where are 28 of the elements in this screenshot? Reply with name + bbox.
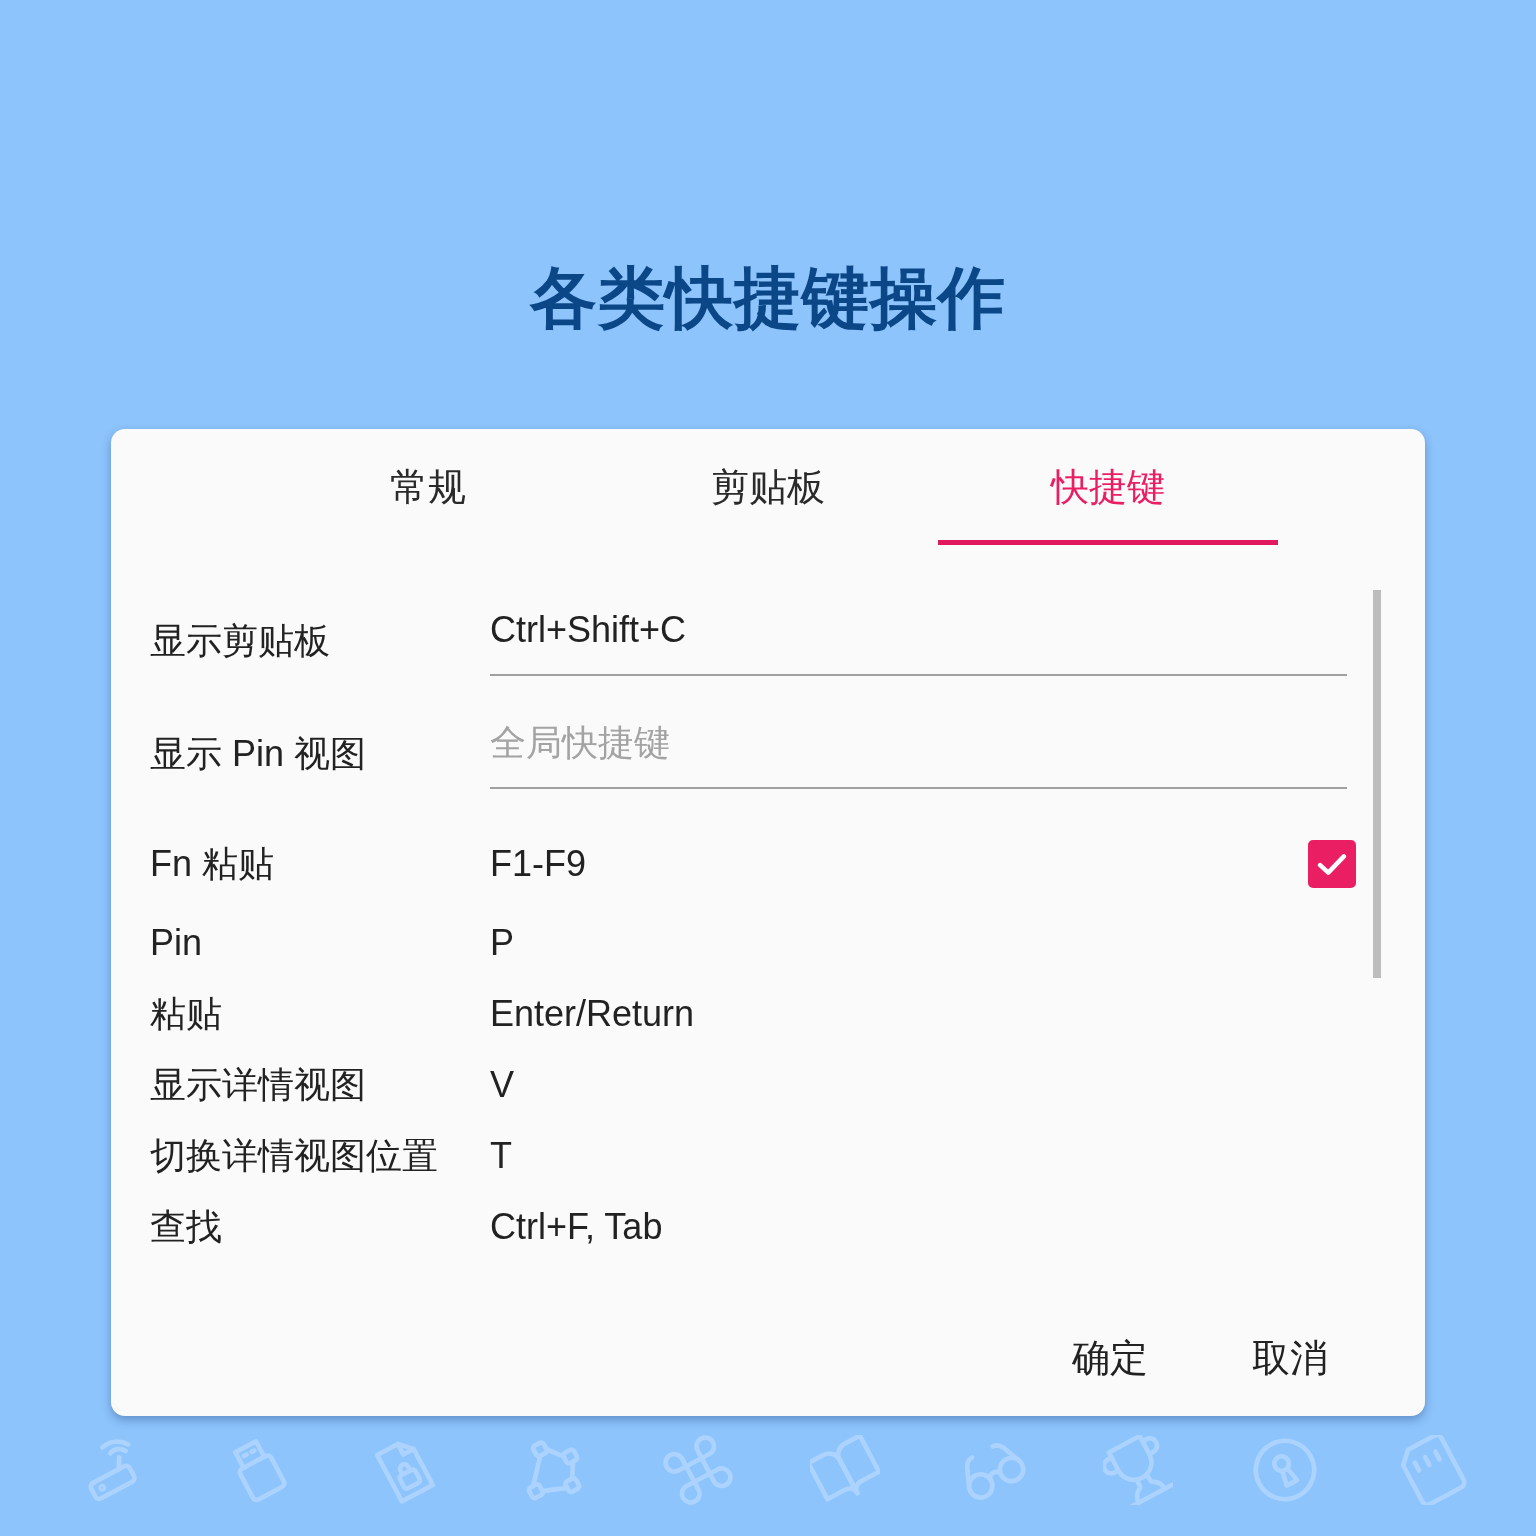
trophy-icon	[1103, 1435, 1174, 1505]
shortcut-value: Ctrl+F, Tab	[490, 1204, 663, 1249]
setting-label: 显示剪贴板	[150, 619, 330, 663]
page-title: 各类快捷键操作	[530, 258, 1006, 337]
setting-label: 显示详情视图	[150, 1062, 366, 1107]
setting-label: Fn 粘贴	[150, 842, 274, 886]
checkbox[interactable]	[1308, 840, 1356, 888]
setting-label: 显示 Pin 视图	[150, 732, 367, 776]
open-book-icon	[809, 1435, 880, 1505]
tab[interactable]: 快捷键	[938, 429, 1278, 545]
shortcut-value: Enter/Return	[490, 991, 695, 1036]
scrollbar-thumb[interactable]	[1373, 590, 1381, 978]
shortcut-value: F1-F9	[490, 842, 586, 886]
setting-label: 粘贴	[150, 991, 222, 1036]
shortcut-value: T	[490, 1133, 512, 1178]
checkmark-icon	[1317, 852, 1347, 876]
tab[interactable]: 剪贴板	[598, 429, 938, 545]
shortcut-field[interactable]: Ctrl+Shift+C	[490, 590, 1347, 676]
shortcut-value: V	[490, 1062, 514, 1107]
setting-label: Pin	[150, 920, 203, 965]
confirm-button[interactable]: 确定	[1040, 1320, 1180, 1396]
setting-label: 查找	[150, 1204, 222, 1249]
tab[interactable]: 常规	[258, 429, 598, 545]
setting-label: 切换详情视图位置	[150, 1133, 438, 1178]
cancel-button[interactable]: 取消	[1220, 1320, 1360, 1396]
shortcut-field[interactable]: 全局快捷键	[490, 703, 1347, 789]
shortcut-value: P	[490, 920, 514, 965]
command-key-icon	[663, 1435, 734, 1505]
